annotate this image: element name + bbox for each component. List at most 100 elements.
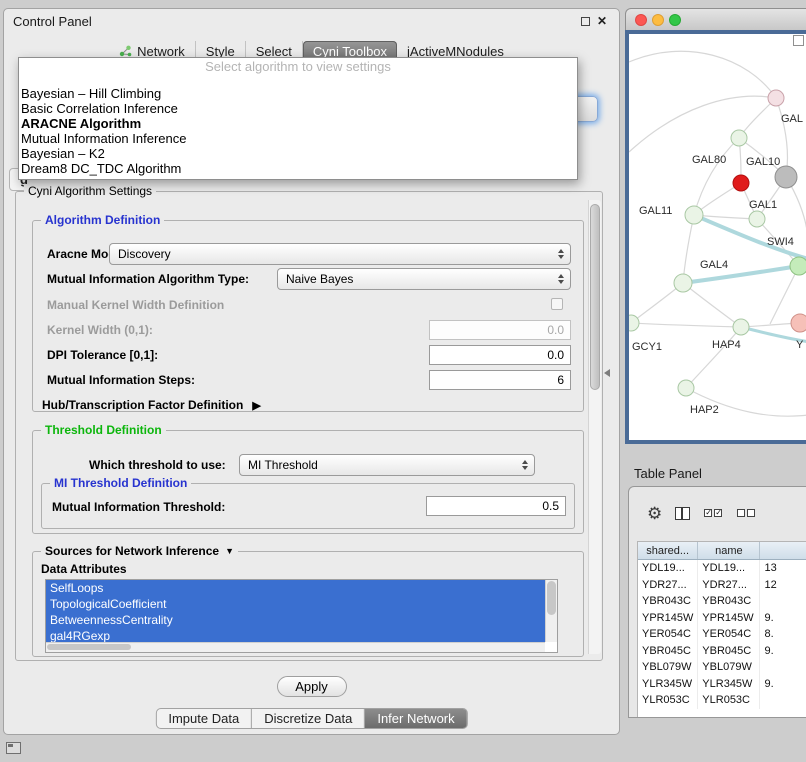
dpi-tolerance-input[interactable]: 0.0 bbox=[429, 345, 571, 365]
zoom-window-icon[interactable] bbox=[669, 14, 681, 26]
minimize-window-icon[interactable] bbox=[652, 14, 664, 26]
network-edge[interactable] bbox=[629, 51, 776, 98]
network-node[interactable] bbox=[791, 314, 806, 332]
network-edge[interactable] bbox=[683, 215, 694, 283]
table-cell: YDR27... bbox=[698, 577, 760, 594]
algorithm-option[interactable]: Mutual Information Inference bbox=[19, 131, 577, 146]
apply-button[interactable]: Apply bbox=[277, 676, 347, 697]
settings-scrollbar[interactable] bbox=[588, 200, 601, 654]
network-node[interactable] bbox=[674, 274, 692, 292]
cyni-algorithm-settings-group: Cyni Algorithm Settings Algorithm Defini… bbox=[15, 191, 603, 661]
manual-kernel-label: Manual Kernel Width Definition bbox=[47, 298, 224, 312]
column-header[interactable]: shared... bbox=[638, 542, 698, 559]
node-table: shared...name YDL19...YDL19...13YDR27...… bbox=[637, 541, 806, 717]
network-edge[interactable] bbox=[631, 283, 683, 323]
table-row[interactable]: YER054CYER054C8. bbox=[638, 626, 806, 643]
table-row[interactable]: YBR045CYBR045C9. bbox=[638, 643, 806, 660]
data-attributes-label: Data Attributes bbox=[41, 562, 127, 576]
attribute-item[interactable]: gal4RGexp bbox=[46, 628, 545, 642]
network-edge[interactable] bbox=[694, 138, 739, 215]
which-threshold-select[interactable]: MI Threshold bbox=[239, 454, 535, 476]
algorithm-option[interactable]: Bayesian – K2 bbox=[19, 146, 577, 161]
table-cell: YDR27... bbox=[638, 577, 698, 594]
splitter-collapse-arrow[interactable] bbox=[604, 369, 610, 377]
algorithm-option[interactable]: ARACNE Algorithm bbox=[19, 116, 577, 131]
which-threshold-value: MI Threshold bbox=[248, 458, 318, 472]
select-all-checkbox-icon[interactable] bbox=[703, 509, 723, 517]
network-node[interactable] bbox=[731, 130, 747, 146]
table-cell: YLR053C bbox=[698, 692, 760, 709]
algorithm-definition-group: Algorithm Definition Aracne Mode: Discov… bbox=[32, 220, 584, 412]
table-row[interactable]: YDL19...YDL19...13 bbox=[638, 560, 806, 577]
network-node[interactable] bbox=[768, 90, 784, 106]
node-label: GAL11 bbox=[639, 205, 672, 217]
attribute-item[interactable]: SelfLoops bbox=[46, 580, 545, 596]
network-node[interactable] bbox=[733, 175, 749, 191]
deselect-all-checkbox-icon[interactable] bbox=[736, 509, 756, 517]
network-window-titlebar[interactable] bbox=[625, 8, 806, 30]
close-window-icon[interactable] bbox=[635, 14, 647, 26]
threshold-definition-title: Threshold Definition bbox=[41, 423, 166, 437]
table-row[interactable]: YLR345WYLR345W9. bbox=[638, 676, 806, 693]
network-edge[interactable] bbox=[686, 327, 741, 388]
network-edge[interactable] bbox=[683, 283, 741, 327]
canvas-corner-box[interactable] bbox=[793, 35, 804, 46]
kernel-width-input[interactable]: 0.0 bbox=[429, 320, 571, 340]
table-row[interactable]: YDR27...YDR27...12 bbox=[638, 577, 806, 594]
algorithm-option[interactable]: Bayesian – Hill Climbing bbox=[19, 86, 577, 101]
algorithm-dropdown-popup: Select algorithm to view settingsBayesia… bbox=[18, 57, 578, 180]
gear-icon[interactable]: ⚙ bbox=[647, 505, 662, 522]
attribute-item[interactable]: BetweennessCentrality bbox=[46, 612, 545, 628]
float-window-icon[interactable] bbox=[581, 17, 590, 26]
table-cell: YBL079W bbox=[638, 659, 698, 676]
table-row[interactable]: YBR043CYBR043C bbox=[638, 593, 806, 610]
table-row[interactable]: YPR145WYPR145W9. bbox=[638, 610, 806, 627]
which-threshold-label: Which threshold to use: bbox=[89, 458, 226, 472]
manual-kernel-checkbox[interactable] bbox=[551, 298, 563, 310]
attribute-item[interactable]: TopologicalCoefficient bbox=[46, 596, 545, 612]
panel-title: Control Panel bbox=[13, 14, 92, 29]
algorithm-option[interactable]: Basic Correlation Inference bbox=[19, 101, 577, 116]
scroll-thumb[interactable] bbox=[590, 204, 600, 390]
columns-icon[interactable] bbox=[675, 507, 690, 520]
bottom-tab-infer-network[interactable]: Infer Network bbox=[365, 709, 466, 728]
table-cell bbox=[760, 692, 806, 709]
table-cell: YBR043C bbox=[638, 593, 698, 610]
network-node[interactable] bbox=[790, 257, 806, 275]
sources-toggle[interactable]: Sources for Network Inference ▼ bbox=[41, 544, 238, 558]
table-row[interactable]: YBL079WYBL079W bbox=[638, 659, 806, 676]
mi-steps-input[interactable]: 6 bbox=[429, 370, 571, 390]
minimized-panel-icon[interactable] bbox=[6, 742, 21, 754]
network-node[interactable] bbox=[685, 206, 703, 224]
table-cell: YBL079W bbox=[698, 659, 760, 676]
bottom-tab-discretize-data[interactable]: Discretize Data bbox=[252, 709, 365, 728]
mi-type-select[interactable]: Naive Bayes bbox=[277, 268, 571, 290]
node-label: GAL10 bbox=[746, 156, 780, 168]
network-canvas[interactable]: GALGAL80GAL10GAL11GAL1SWI4GAL4GCY1HAP4YH… bbox=[625, 30, 806, 444]
scroll-thumb[interactable] bbox=[47, 644, 131, 650]
network-node[interactable] bbox=[749, 211, 765, 227]
network-edge[interactable] bbox=[629, 96, 776, 152]
network-node[interactable] bbox=[775, 166, 797, 188]
panel-window-buttons: ✕ bbox=[581, 15, 607, 27]
expand-down-icon: ▼ bbox=[225, 546, 234, 556]
network-node[interactable] bbox=[678, 380, 694, 396]
list-vertical-scrollbar[interactable] bbox=[545, 580, 557, 642]
network-edge[interactable] bbox=[631, 323, 741, 327]
sources-title: Sources for Network Inference bbox=[45, 544, 219, 558]
bottom-tab-impute-data[interactable]: Impute Data bbox=[156, 709, 252, 728]
close-panel-icon[interactable]: ✕ bbox=[597, 15, 607, 27]
aracne-mode-select[interactable]: Discovery bbox=[109, 243, 571, 265]
list-horizontal-scrollbar[interactable] bbox=[46, 642, 545, 652]
scroll-thumb[interactable] bbox=[547, 581, 556, 615]
node-label: GAL4 bbox=[700, 259, 728, 271]
aracne-mode-value: Discovery bbox=[118, 247, 171, 261]
hub-section-toggle[interactable]: Hub/Transcription Factor Definition ▶ bbox=[42, 398, 261, 412]
network-node[interactable] bbox=[733, 319, 749, 335]
column-header[interactable] bbox=[760, 542, 806, 559]
mi-threshold-input[interactable]: 0.5 bbox=[426, 496, 566, 516]
column-header[interactable]: name bbox=[698, 542, 760, 559]
table-row[interactable]: YLR053CYLR053C bbox=[638, 692, 806, 709]
table-cell: YDL19... bbox=[698, 560, 760, 577]
algorithm-option[interactable]: Dream8 DC_TDC Algorithm bbox=[19, 161, 577, 176]
